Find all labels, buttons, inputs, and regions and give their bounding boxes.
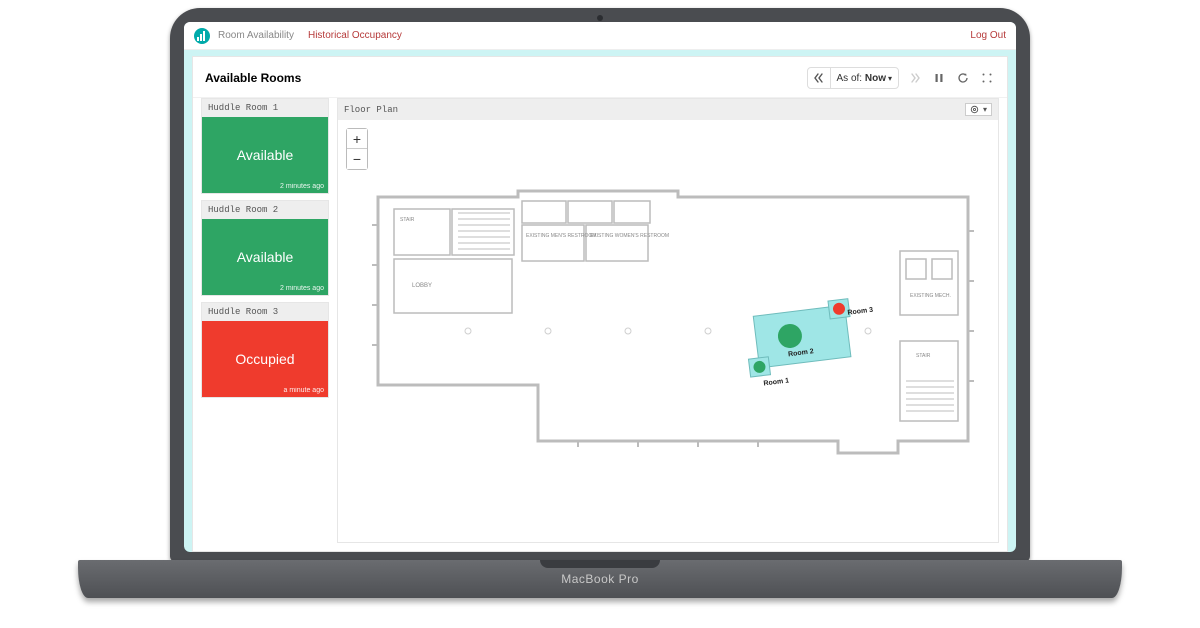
nav-room-availability[interactable]: Room Availability xyxy=(218,30,294,41)
floorplan-title: Floor Plan xyxy=(344,105,398,115)
room-card-title: Huddle Room 3 xyxy=(202,303,328,321)
room-status: Occupied xyxy=(235,351,294,367)
asof-prefix: As of: xyxy=(837,73,863,84)
laptop-notch xyxy=(540,560,660,568)
zoom-in-button[interactable]: + xyxy=(347,129,367,149)
zoom-control: + − xyxy=(346,128,368,170)
chevron-down-icon: ▾ xyxy=(888,74,892,83)
asof-prev-button[interactable] xyxy=(808,68,831,88)
gear-icon xyxy=(970,105,979,114)
room-status: Available xyxy=(237,249,294,265)
plan-label-mech: EXISTING MECH. xyxy=(910,293,951,299)
floorplan-header: Floor Plan ▾ xyxy=(338,99,998,120)
floorplan-panel: Floor Plan ▾ + − xyxy=(337,98,999,543)
laptop-base: MacBook Pro xyxy=(78,560,1122,598)
floorplan-settings-dropdown[interactable]: ▾ xyxy=(965,103,992,116)
asof-next-button[interactable] xyxy=(907,70,923,86)
page-title: Available Rooms xyxy=(205,71,301,85)
plan-label-mens: EXISTING MEN'S RESTROOM xyxy=(526,233,596,239)
room-card[interactable]: Huddle Room 1 Available 2 minutes ago xyxy=(201,98,329,194)
refresh-button[interactable] xyxy=(955,70,971,86)
laptop-label: MacBook Pro xyxy=(561,572,639,586)
room-card-body: Available 2 minutes ago xyxy=(202,219,328,295)
pause-button[interactable] xyxy=(931,70,947,86)
zoom-out-button[interactable]: − xyxy=(347,149,367,169)
room-card[interactable]: Huddle Room 2 Available 2 minutes ago xyxy=(201,200,329,296)
room-status: Available xyxy=(237,147,294,163)
room-card-title: Huddle Room 1 xyxy=(202,99,328,117)
room-card[interactable]: Huddle Room 3 Occupied a minute ago xyxy=(201,302,329,398)
laptop-screen-bezel: Room Availability Historical Occupancy L… xyxy=(184,22,1016,552)
plan-label-stair: STAIR xyxy=(916,353,931,359)
asof-selector: As of: Now ▾ xyxy=(807,67,899,89)
page-content: Huddle Room 1 Available 2 minutes ago Hu… xyxy=(193,98,1007,551)
page-panel: Available Rooms As of: Now ▾ xyxy=(192,56,1008,552)
laptop-frame: Room Availability Historical Occupancy L… xyxy=(170,8,1030,562)
top-nav: Room Availability Historical Occupancy L… xyxy=(184,22,1016,50)
page-header: Available Rooms As of: Now ▾ xyxy=(193,57,1007,98)
laptop-camera xyxy=(597,15,603,21)
fullscreen-button[interactable] xyxy=(979,70,995,86)
room-card-body: Occupied a minute ago xyxy=(202,321,328,397)
app-logo-icon xyxy=(194,28,210,44)
room-updated: 2 minutes ago xyxy=(280,183,324,190)
asof-dropdown[interactable]: As of: Now ▾ xyxy=(831,68,898,88)
floorplan-canvas[interactable]: + − xyxy=(338,120,998,542)
plan-label-womens: EXISTING WOMEN'S RESTROOM xyxy=(590,233,669,239)
chevron-down-icon: ▾ xyxy=(983,105,987,114)
asof-current: Now xyxy=(865,73,886,84)
room-card-body: Available 2 minutes ago xyxy=(202,117,328,193)
room-sidebar: Huddle Room 1 Available 2 minutes ago Hu… xyxy=(201,98,329,543)
time-controls: As of: Now ▾ xyxy=(807,67,995,89)
app-screen: Room Availability Historical Occupancy L… xyxy=(184,22,1016,552)
plan-label-lobby: LOBBY xyxy=(412,283,432,289)
plan-label-stair: STAIR xyxy=(400,217,415,223)
floorplan-svg: STAIR LOBBY EXISTING MEN'S RESTROOM EXIS… xyxy=(338,120,998,542)
room-updated: a minute ago xyxy=(284,387,324,394)
logout-link[interactable]: Log Out xyxy=(970,30,1006,41)
room-card-title: Huddle Room 2 xyxy=(202,201,328,219)
room-updated: 2 minutes ago xyxy=(280,285,324,292)
nav-historical-occupancy[interactable]: Historical Occupancy xyxy=(308,30,402,41)
